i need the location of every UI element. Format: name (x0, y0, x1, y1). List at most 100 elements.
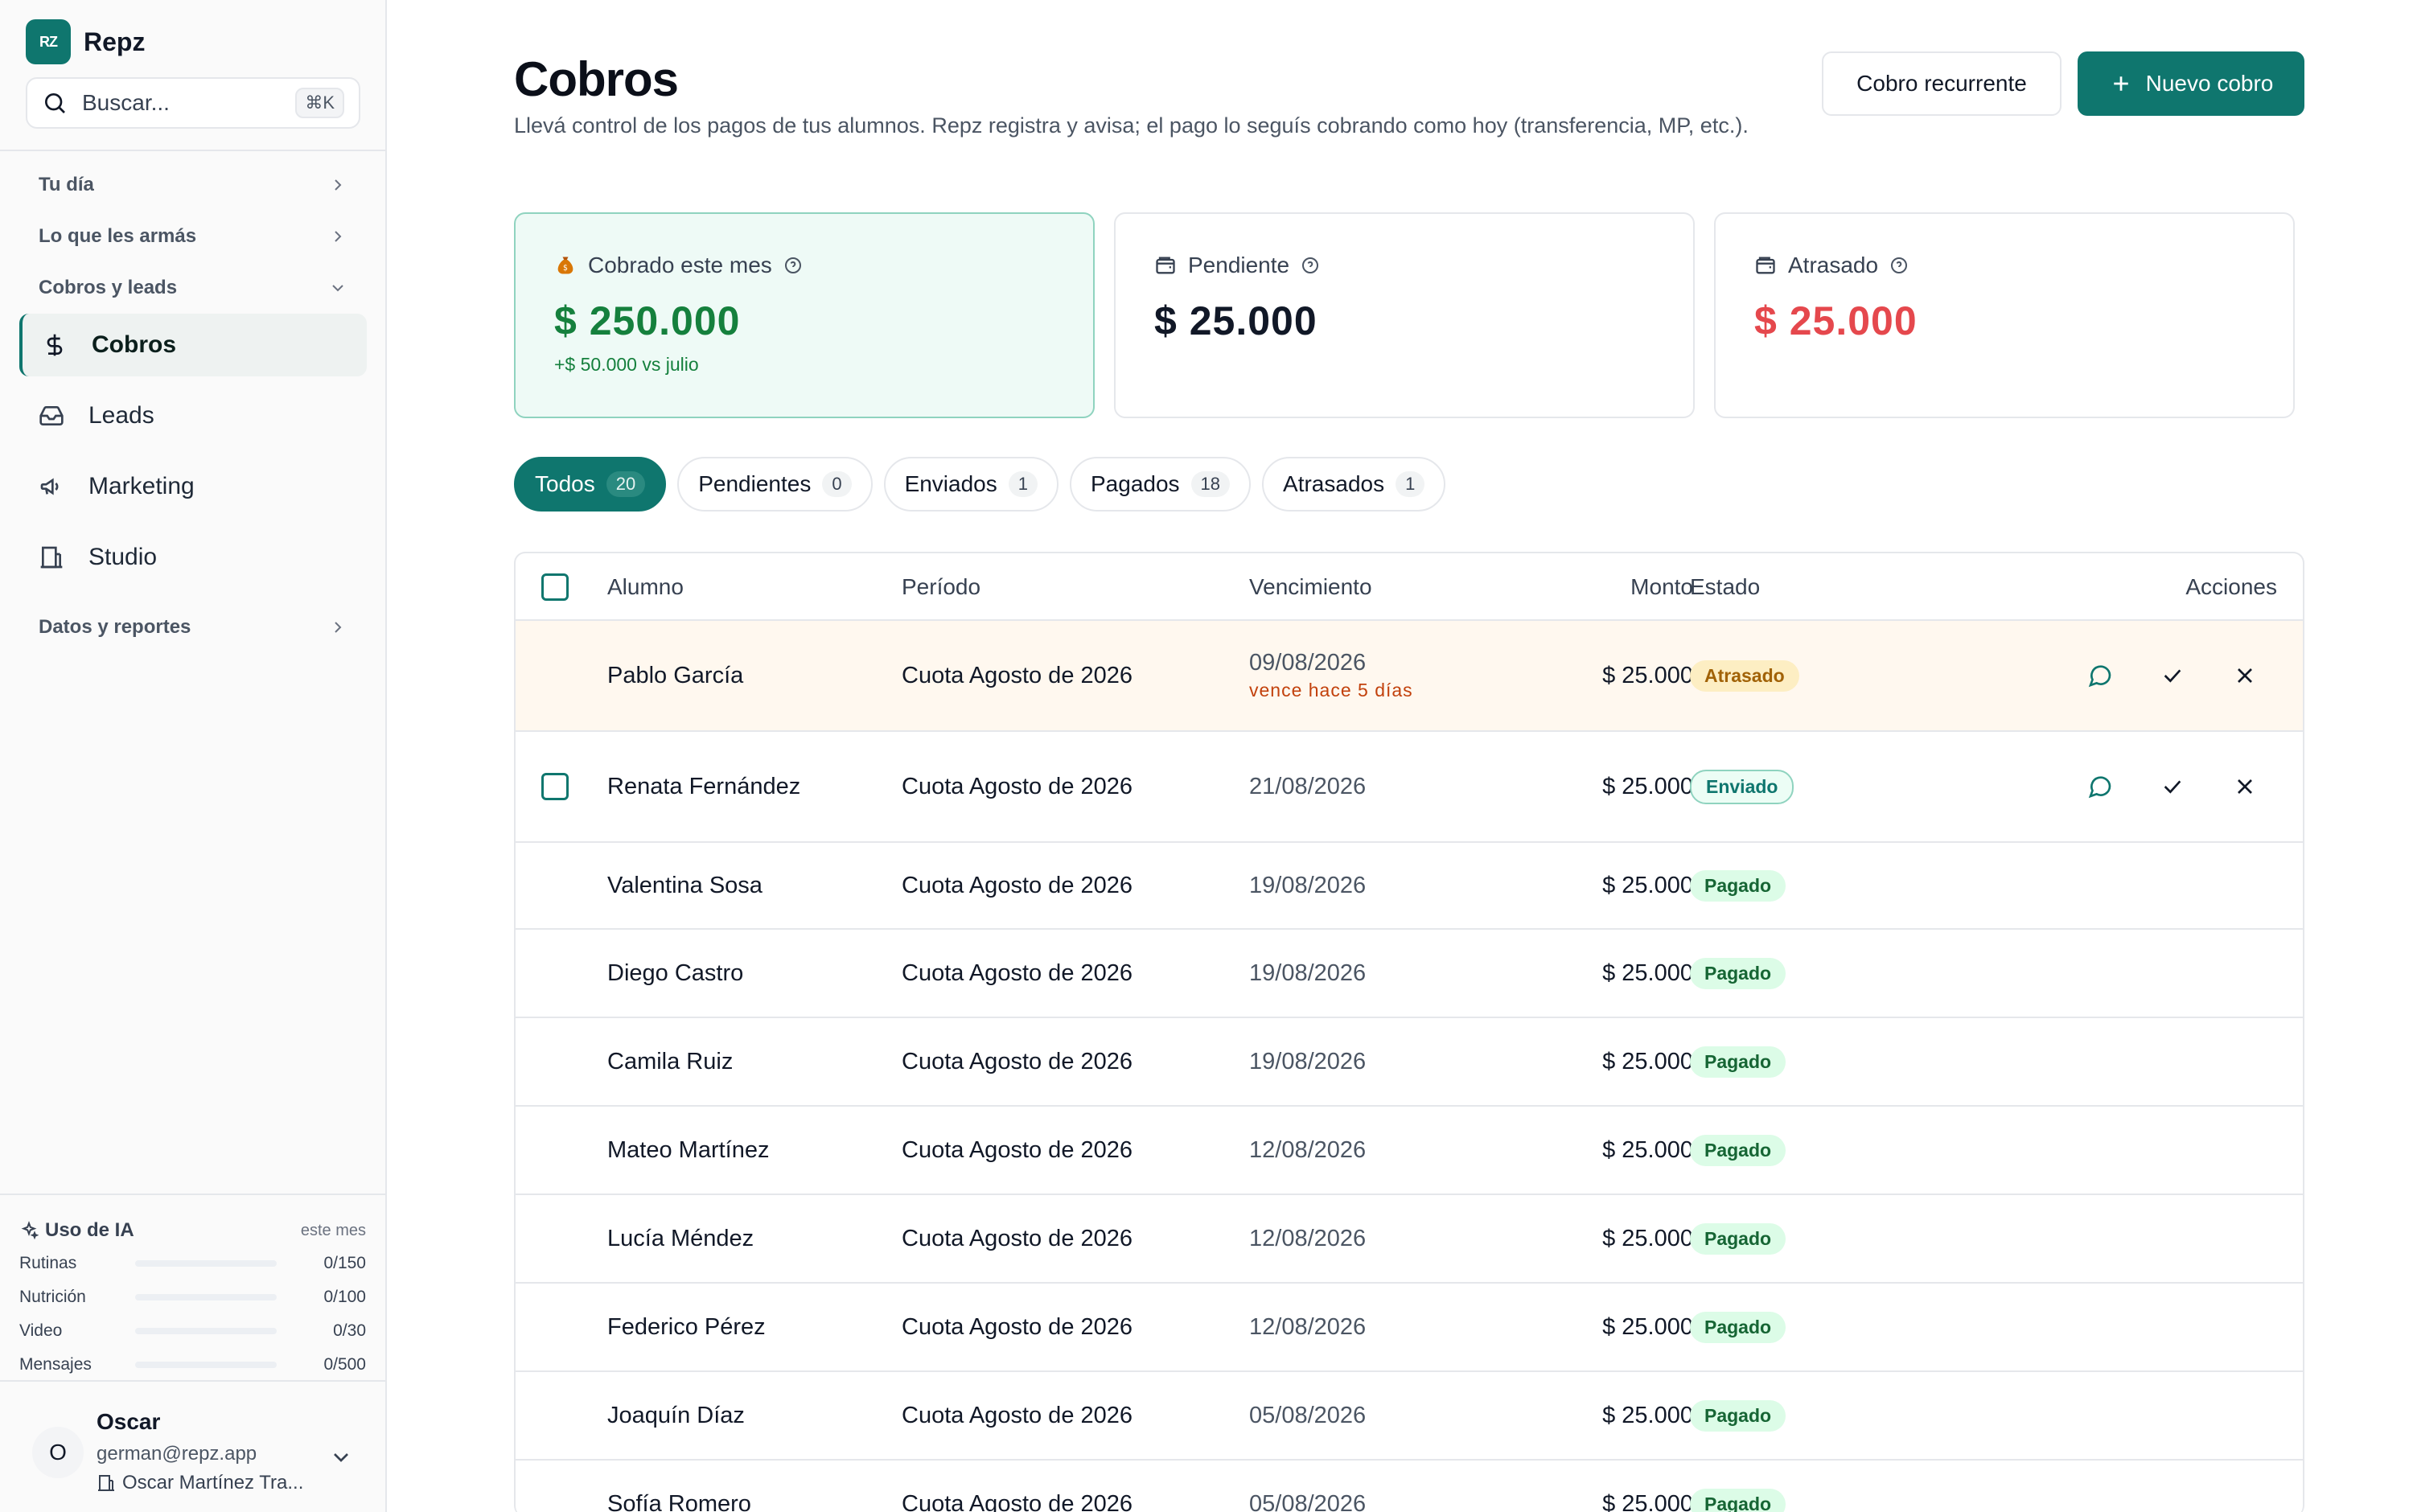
status-badge: Enviado (1690, 769, 1794, 804)
sidebar-group-lo-que-les-armas[interactable]: Lo que les armás (39, 217, 347, 256)
status-badge: Pagado (1690, 957, 1786, 989)
cell-estado: Pagado (1690, 1372, 1786, 1459)
cancel-x-button[interactable] (2232, 732, 2258, 841)
cell-alumno[interactable]: Mateo Martínez (607, 1107, 769, 1194)
table-row[interactable]: Sofía Romero Cuota Agosto de 2026 05/08/20… (516, 1461, 2303, 1512)
sidebar-item-label: Marketing (88, 473, 195, 499)
megaphone-icon (40, 478, 59, 495)
table-row[interactable]: Mateo Martínez Cuota Agosto de 2026 12/08/… (516, 1107, 2303, 1195)
ia-usage-label: Nutrición (19, 1288, 86, 1306)
help-icon[interactable] (783, 256, 803, 275)
cell-alumno[interactable]: Sofía Romero (607, 1461, 751, 1512)
cell-alumno[interactable]: Pablo García (607, 621, 743, 730)
sidebar-item-marketing[interactable]: Marketing (19, 455, 367, 518)
cell-periodo: Cuota Agosto de 2026 (902, 1313, 1133, 1340)
ia-usage-value: 0/150 (323, 1254, 366, 1272)
vencimiento-date: 05/08/2026 (1249, 1402, 1367, 1428)
card-value: $ 25.000 (1154, 298, 1317, 343)
ia-usage-bar (135, 1294, 277, 1300)
ia-usage-panel: Uso de IA este mes Rutinas 0/150 Nutrici… (0, 1194, 385, 1382)
cell-alumno[interactable]: Lucía Méndez (607, 1195, 754, 1282)
cell-vencimiento: 19/08/2026 (1249, 843, 1366, 928)
tab-todos[interactable]: Todos 20 (514, 457, 667, 512)
table-row[interactable]: Joaquín Díaz Cuota Agosto de 2026 05/08/20… (516, 1372, 2303, 1461)
cell-monto: $ 25.000 (1602, 662, 1693, 688)
cell-monto: $ 25.000 (1602, 872, 1693, 898)
header-alumno[interactable]: Alumno (607, 553, 684, 621)
cell-alumno[interactable]: Joaquín Díaz (607, 1372, 745, 1459)
sidebar-group-tu-dia[interactable]: Tu día (39, 166, 347, 204)
row-checkbox[interactable] (541, 773, 569, 800)
cell-alumno[interactable]: Camila Ruiz (607, 1018, 733, 1105)
mark-paid-check-icon (2164, 780, 2181, 794)
brand-name: Repz (84, 27, 146, 56)
sidebar-item-studio[interactable]: Studio (19, 526, 367, 589)
tab-atrasados[interactable]: Atrasados 1 (1262, 457, 1446, 512)
table-row[interactable]: Valentina Sosa Cuota Agosto de 2026 19/08/… (516, 843, 2303, 930)
mark-paid-check-button[interactable] (2160, 732, 2185, 841)
ia-usage-label: Video (19, 1321, 63, 1340)
header-periodo[interactable]: Período (902, 553, 980, 621)
send-message-button[interactable] (2087, 732, 2113, 841)
cell-monto: $ 25.000 (1602, 959, 1693, 986)
cell-alumno[interactable]: Diego Castro (607, 930, 743, 1017)
cell-vencimiento: 05/08/2026 (1249, 1372, 1366, 1459)
mark-paid-check-button[interactable] (2160, 621, 2185, 730)
brand[interactable]: RZ Repz (26, 19, 145, 64)
cell-alumno[interactable]: Federico Pérez (607, 1284, 766, 1370)
ia-usage-value: 0/30 (333, 1321, 366, 1340)
sidebar-item-cobros[interactable]: Cobros (19, 314, 367, 376)
user-menu[interactable]: O Oscar german@repz.app Oscar Martínez T… (0, 1380, 385, 1512)
header-estado[interactable]: Estado (1690, 553, 1760, 621)
select-all-checkbox[interactable] (541, 573, 569, 601)
cancel-x-icon (2238, 668, 2252, 683)
tab-label: Todos (535, 471, 595, 496)
chevron-right-icon (335, 231, 342, 242)
cell-estado: Pagado (1690, 930, 1786, 1017)
send-message-button[interactable] (2087, 621, 2113, 730)
ia-usage-row: Video 0/30 (19, 1314, 366, 1348)
vencimiento-date: 12/08/2026 (1249, 1225, 1367, 1251)
card-label: $ Cobrado este mes (554, 253, 1093, 278)
sidebar-item-label: Studio (88, 544, 158, 570)
sidebar-group-datos-y-reportes[interactable]: Datos y reportes (39, 608, 347, 647)
wallet-icon (1756, 257, 1775, 274)
card-label-text: Cobrado este mes (588, 253, 772, 277)
cobro-recurrente-button[interactable]: Cobro recurrente (1822, 51, 2062, 116)
sidebar: RZ Repz Buscar... ⌘K Tu día Lo que les a… (0, 0, 387, 1512)
sidebar-group-cobros-y-leads[interactable]: Cobros y leads (39, 269, 347, 307)
cell-alumno[interactable]: Renata Fernández (607, 732, 800, 841)
status-badge: Atrasado (1690, 659, 1799, 692)
user-org-name: Oscar Martínez Tra... (122, 1472, 304, 1494)
table-row[interactable]: Diego Castro Cuota Agosto de 2026 19/08/20… (516, 930, 2303, 1018)
card-label-text: Pendiente (1188, 253, 1290, 277)
chevron-down-icon[interactable] (328, 1444, 354, 1470)
table-row[interactable]: Lucía Méndez Cuota Agosto de 2026 12/08/20… (516, 1195, 2303, 1284)
ia-usage-title-text: Uso de IA (45, 1219, 134, 1241)
header-vencimiento[interactable]: Vencimiento (1249, 553, 1372, 621)
table-row[interactable]: Federico Pérez Cuota Agosto de 2026 12/08/… (516, 1284, 2303, 1372)
header-monto[interactable]: Monto (1589, 553, 1693, 621)
search-input[interactable]: Buscar... ⌘K (26, 77, 360, 129)
nuevo-cobro-button[interactable]: Nuevo cobro (2078, 51, 2304, 116)
vencimiento-date: 12/08/2026 (1249, 1313, 1367, 1340)
table-row[interactable]: Renata Fernández Cuota Agosto de 2026 21/0… (516, 732, 2303, 843)
tab-enviados[interactable]: Enviados 1 (883, 457, 1059, 512)
card-sub: +$ 50.000 vs julio (554, 354, 699, 375)
help-icon[interactable] (1889, 256, 1909, 275)
cell-periodo: Cuota Agosto de 2026 (902, 1490, 1133, 1512)
help-icon[interactable] (1301, 256, 1320, 275)
cell-alumno[interactable]: Valentina Sosa (607, 843, 763, 928)
card-value: $ 25.000 (1754, 298, 1918, 343)
cell-periodo: Cuota Agosto de 2026 (902, 662, 1133, 688)
cell-periodo: Cuota Agosto de 2026 (902, 872, 1133, 898)
table-row[interactable]: Camila Ruiz Cuota Agosto de 2026 19/08/202… (516, 1018, 2303, 1107)
ia-usage-row: Nutrición 0/100 (19, 1280, 366, 1314)
sidebar-item-leads[interactable]: Leads (19, 384, 367, 447)
search-shortcut: ⌘K (295, 88, 344, 118)
cobros-table: Alumno Período Vencimiento Monto Estado … (514, 552, 2304, 1512)
tab-pendientes[interactable]: Pendientes 0 (677, 457, 873, 512)
cancel-x-button[interactable] (2232, 621, 2258, 730)
table-row[interactable]: Pablo García Cuota Agosto de 2026 09/08/20… (516, 621, 2303, 732)
tab-pagados[interactable]: Pagados 18 (1070, 457, 1252, 512)
